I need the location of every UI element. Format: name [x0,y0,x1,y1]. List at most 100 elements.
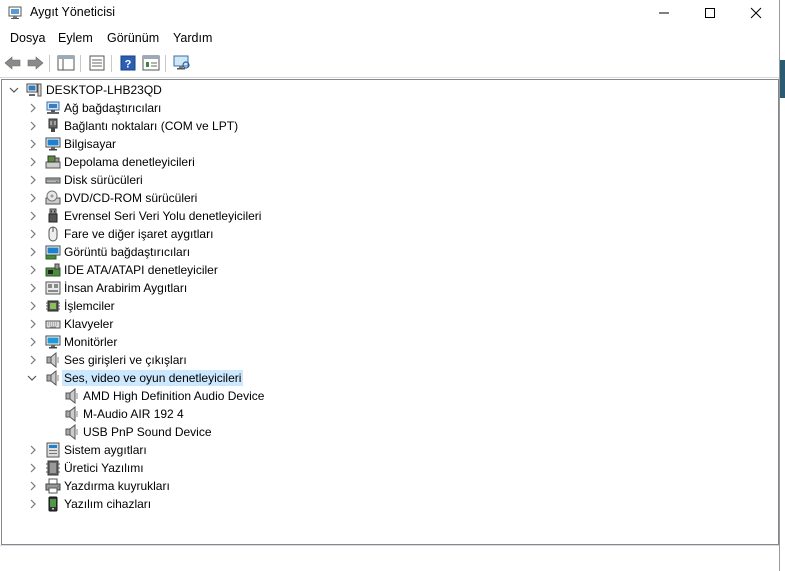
tree-item-label: Evrensel Seri Veri Yolu denetleyicileri [64,209,262,223]
chevron-right-icon[interactable] [28,444,38,456]
svg-text:?: ? [125,59,132,71]
tree-item-label: Görüntü bağdaştırıcıları [64,245,191,259]
action-pane-button[interactable] [141,54,161,72]
chevron-right-icon[interactable] [28,480,38,492]
maximize-icon [705,8,715,18]
show-hide-console-tree-button[interactable] [56,54,76,72]
chevron-right-icon[interactable] [28,318,38,330]
tree-category-item[interactable]: İnsan Arabirim Aygıtları [2,279,762,297]
tree-category-item[interactable]: Klavyeler [2,315,762,333]
tree-item-label: DVD/CD-ROM sürücüleri [64,191,198,205]
tree-category-item[interactable]: Depolama denetleyicileri [2,153,762,171]
tree-category-item[interactable]: Bilgisayar [2,135,762,153]
device-manager-window: Aygıt Yöneticisi Dosya Eylem Görünüm Yar… [0,0,780,571]
properties-button[interactable] [87,54,107,72]
tree-item-label: USB PnP Sound Device [83,425,212,439]
software-device-icon [48,496,58,512]
menu-action[interactable]: Eylem [58,31,93,45]
tree-item-label: Üretici Yazılımı [64,461,144,475]
computer-icon [45,137,61,151]
window-title: Aygıt Yöneticisi [30,5,116,19]
tree-category-item[interactable]: Yazılım cihazları [2,495,762,513]
device-tree[interactable]: DESKTOP-LHB23QD Ağ bağdaştırıcıları Bağla… [1,79,779,545]
tree-item-label: Ağ bağdaştırıcıları [64,101,162,115]
chevron-right-icon[interactable] [28,120,38,132]
tree-category-item[interactable]: Disk sürücüleri [2,171,762,189]
minimize-button[interactable] [641,0,687,26]
tree-category-item[interactable]: Monitörler [2,333,762,351]
menu-help[interactable]: Yardım [173,31,212,45]
chevron-right-icon[interactable] [28,246,38,258]
menu-view[interactable]: Görünüm [107,31,159,45]
tree-category-item[interactable]: Ses girişleri ve çıkışları [2,351,762,369]
chevron-right-icon[interactable] [28,228,38,240]
tree-device-item[interactable]: USB PnP Sound Device [2,423,762,441]
tree-category-item[interactable]: Ses, video ve oyun denetleyicileri [2,369,762,387]
forward-button[interactable] [25,54,45,72]
speaker-icon [46,370,59,386]
tree-category-item[interactable]: Bağlantı noktaları (COM ve LPT) [2,117,762,135]
processor-icon [46,300,60,312]
system-device-icon [46,442,60,458]
chevron-right-icon[interactable] [28,498,38,510]
tree-device-item[interactable]: M-Audio AIR 192 4 [2,405,762,423]
toolbar: ? [0,50,779,78]
chevron-right-icon[interactable] [28,282,38,294]
chevron-right-icon[interactable] [28,210,38,222]
mouse-icon [48,226,58,242]
maximize-button[interactable] [687,0,733,26]
tree-category-item[interactable]: Sistem aygıtları [2,441,762,459]
status-bar [0,545,779,571]
tree-category-item[interactable]: Ağ bağdaştırıcıları [2,99,762,117]
tree-item-label: Bağlantı noktaları (COM ve LPT) [64,119,239,133]
action-pane-icon [142,55,160,71]
chevron-right-icon[interactable] [28,264,38,276]
chevron-down-icon[interactable] [9,84,19,96]
tree-item-label: Yazılım cihazları [64,497,152,511]
chevron-right-icon[interactable] [28,300,38,312]
help-button[interactable]: ? [118,54,138,72]
close-button[interactable] [733,0,779,26]
forward-arrow-icon [27,56,44,70]
keyboard-icon [45,320,61,329]
tree-root[interactable]: DESKTOP-LHB23QD [2,81,762,99]
chevron-right-icon[interactable] [28,102,38,114]
tree-category-item[interactable]: Üretici Yazılımı [2,459,762,477]
tree-item-label: Klavyeler [64,317,114,331]
tree-category-item[interactable]: Görüntü bağdaştırıcıları [2,243,762,261]
tree-item-label: İşlemciler [64,299,115,313]
chevron-right-icon[interactable] [28,156,38,168]
tree-category-item[interactable]: Fare ve diğer işaret aygıtları [2,225,762,243]
tree-item-label: Monitörler [64,335,118,349]
tree-item-label: Fare ve diğer işaret aygıtları [64,227,214,241]
network-adapter-icon [46,101,60,114]
help-icon: ? [120,55,136,71]
scan-hardware-button[interactable] [172,54,192,72]
chevron-right-icon[interactable] [28,192,38,204]
chevron-right-icon[interactable] [28,138,38,150]
tree-category-item[interactable]: IDE ATA/ATAPI denetleyiciler [2,261,762,279]
tree-category-item[interactable]: Evrensel Seri Veri Yolu denetleyicileri [2,207,762,225]
tree-category-item[interactable]: DVD/CD-ROM sürücüleri [2,189,762,207]
tree-device-item[interactable]: AMD High Definition Audio Device [2,387,762,405]
chevron-down-icon[interactable] [27,372,37,384]
port-icon [48,118,58,132]
firmware-icon [46,460,60,476]
chevron-right-icon[interactable] [28,174,38,186]
tree-category-item[interactable]: Yazdırma kuyrukları [2,477,762,495]
ide-controller-icon [45,263,61,277]
chevron-right-icon[interactable] [28,336,38,348]
chevron-right-icon[interactable] [28,462,38,474]
back-button[interactable] [3,54,23,72]
tree-item-label: Yazdırma kuyrukları [64,479,170,493]
tree-item-label: Depolama denetleyicileri [64,155,195,169]
device-manager-app-icon [8,6,22,19]
title-bar[interactable]: Aygıt Yöneticisi [0,0,779,26]
menu-file[interactable]: Dosya [10,31,45,45]
tree-root-label: DESKTOP-LHB23QD [46,83,162,97]
dvd-drive-icon [45,190,61,205]
tree-category-item[interactable]: İşlemciler [2,297,762,315]
usb-icon [48,208,58,223]
close-icon [750,7,762,19]
chevron-right-icon[interactable] [28,354,38,366]
